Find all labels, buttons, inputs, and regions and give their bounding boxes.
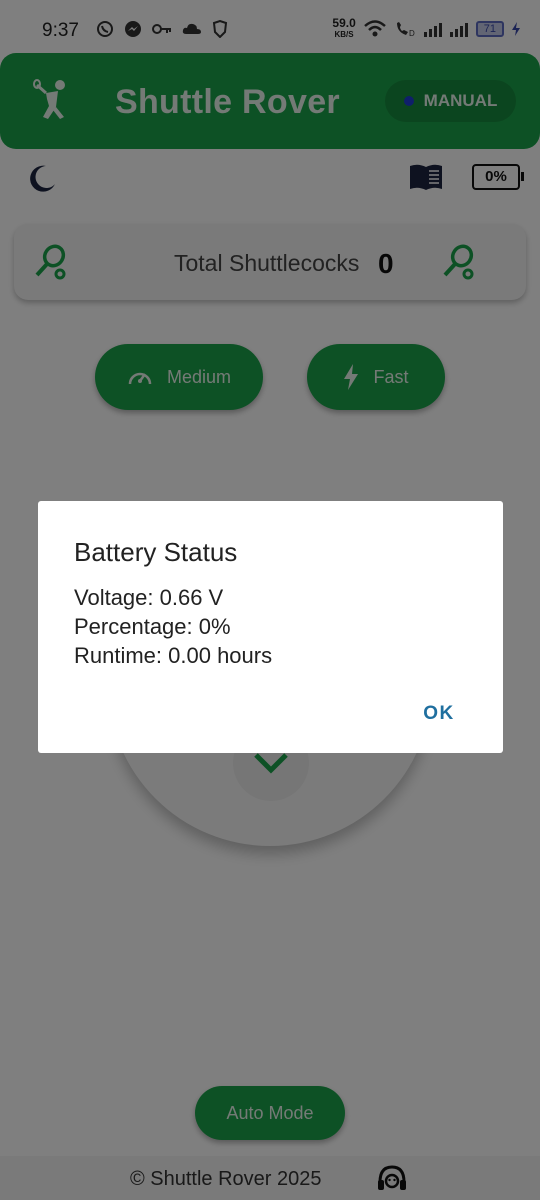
dialog-voltage: Voltage: 0.66 V [74, 585, 224, 610]
dialog-ok-button[interactable]: OK [414, 699, 464, 729]
dialog-percentage: Percentage: 0% [74, 614, 231, 639]
dialog-runtime: Runtime: 0.00 hours [74, 643, 273, 668]
dialog-title: Battery Status [74, 537, 238, 567]
battery-status-dialog: Battery Status Voltage: 0.66 V Percentag… [38, 501, 503, 753]
